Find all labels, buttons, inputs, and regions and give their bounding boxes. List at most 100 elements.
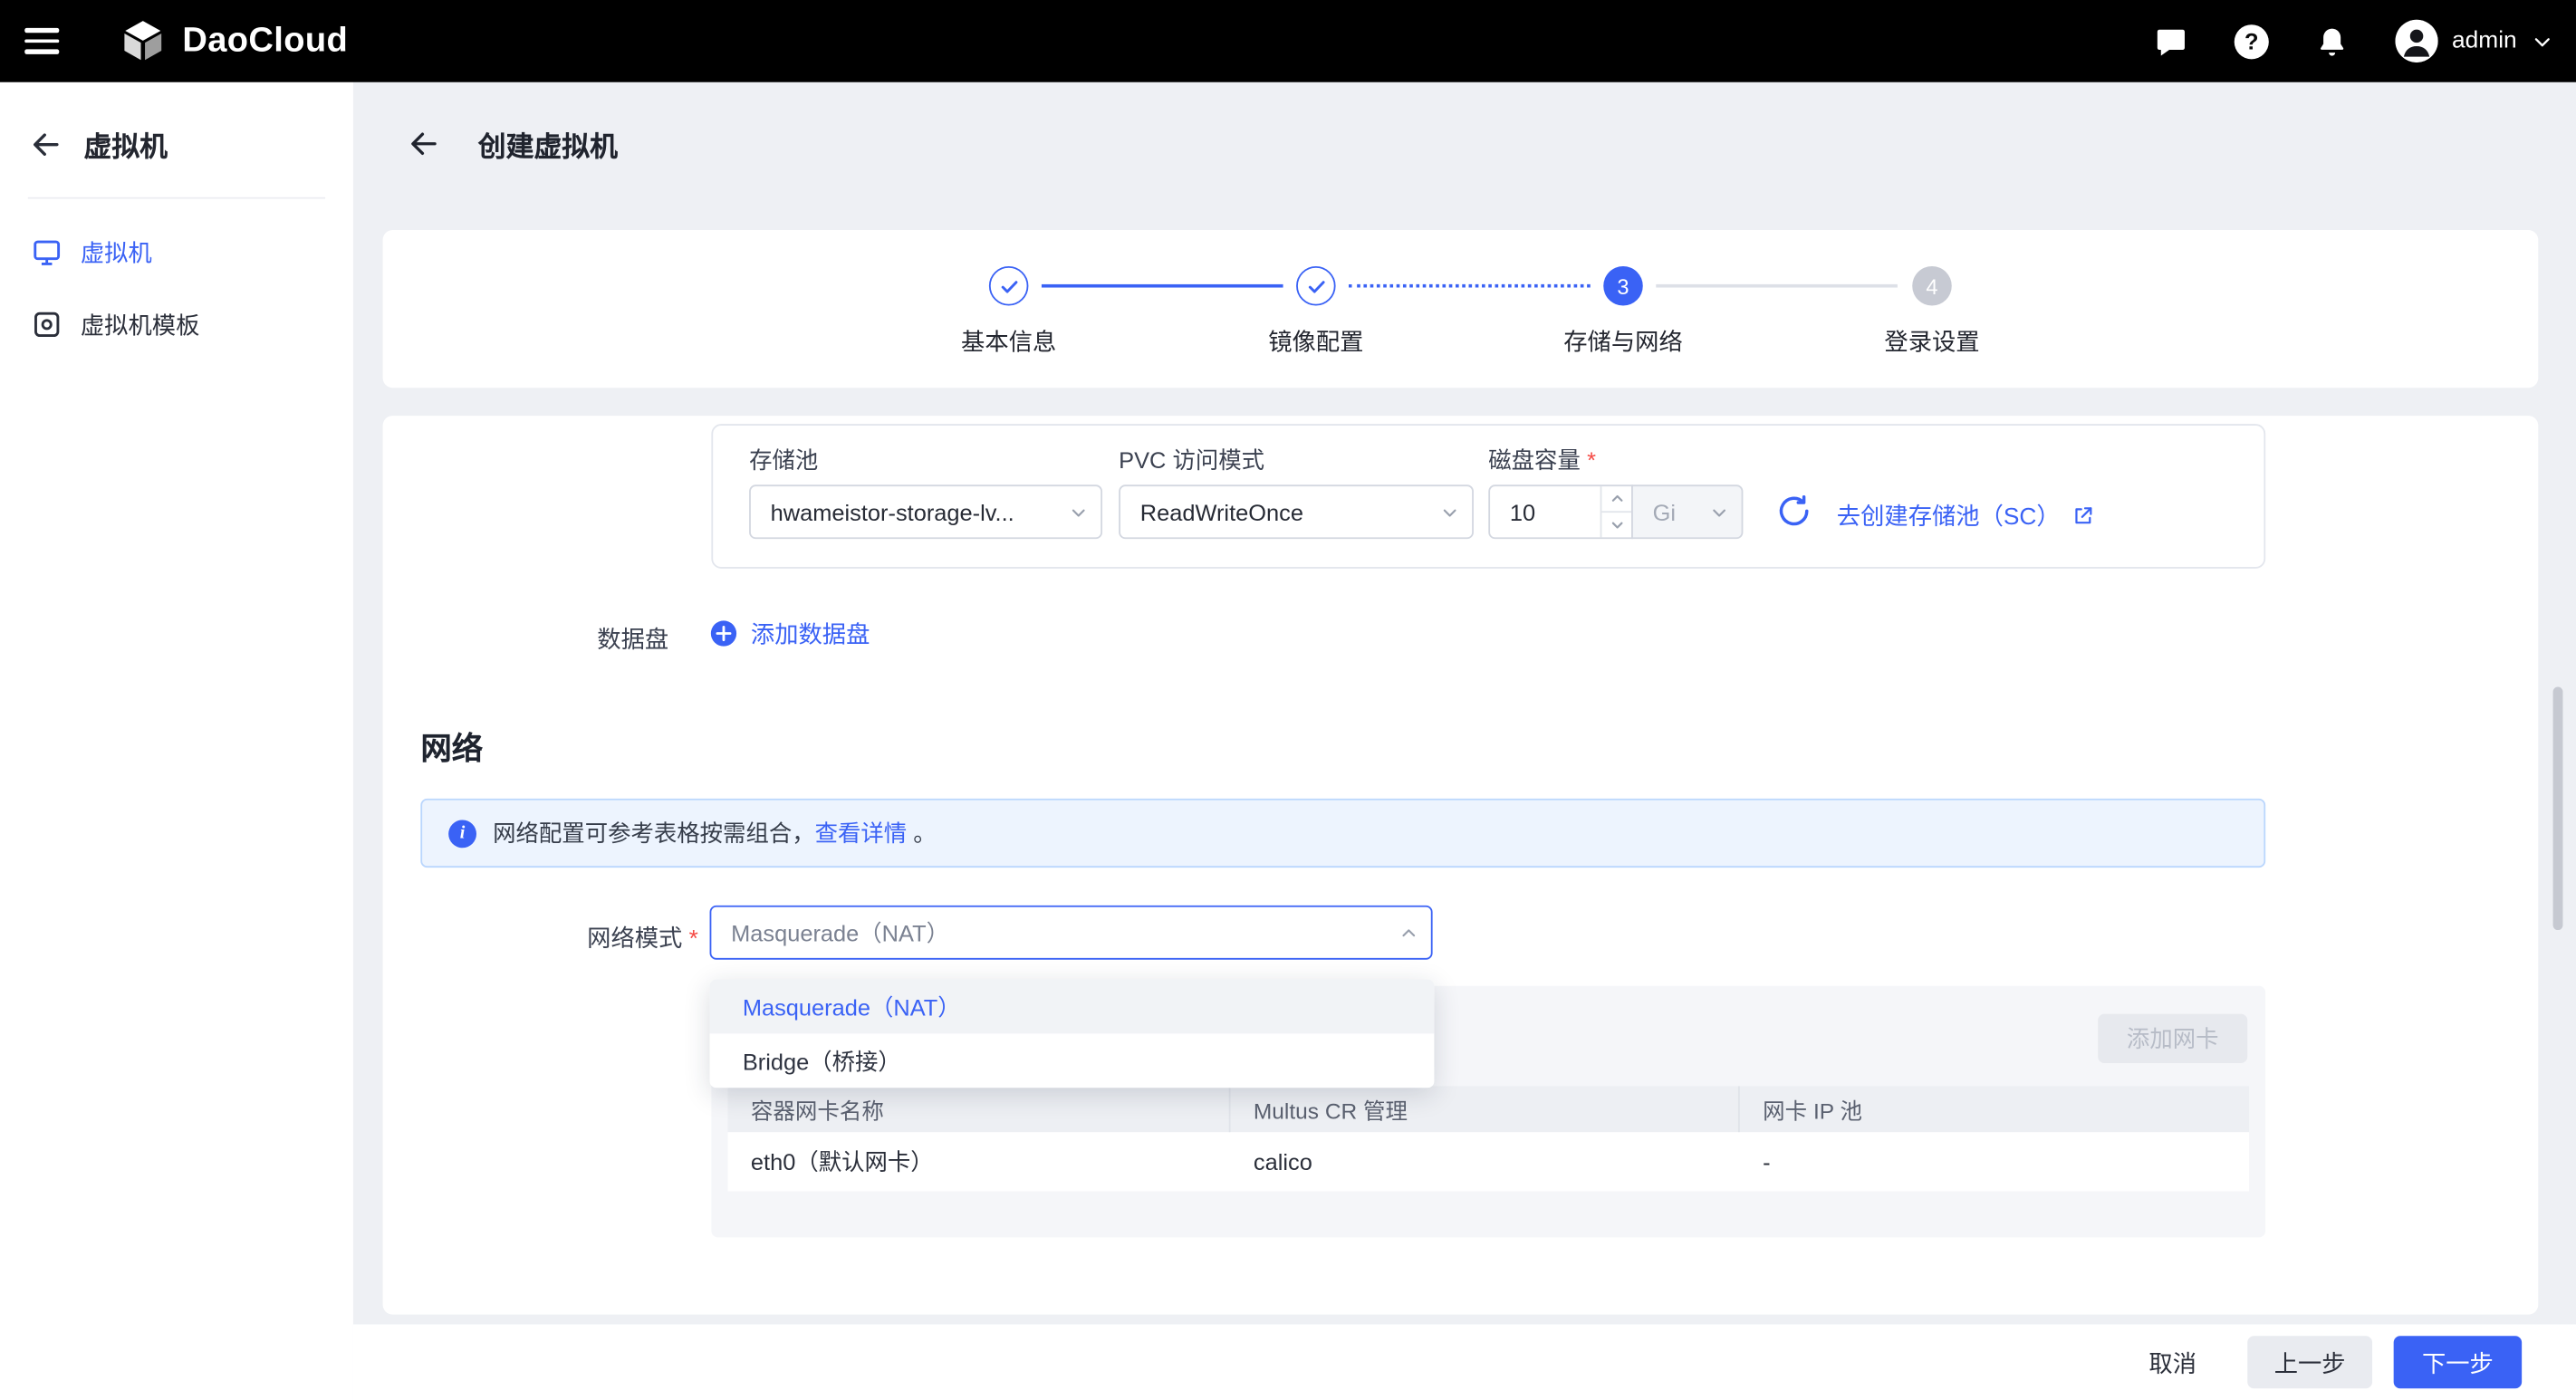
system-disk-card: 存储池 PVC 访问模式 磁盘容量* hwameistor-storage-lv… xyxy=(711,424,2265,569)
cell-ip-pool: - xyxy=(1740,1132,2249,1191)
pvc-access-mode-label: PVC 访问模式 xyxy=(1119,444,1264,476)
sidebar-item-vm-template[interactable]: 虚拟机模板 xyxy=(0,288,353,360)
sidebar-item-vm[interactable]: 虚拟机 xyxy=(0,216,353,288)
main-content: 创建虚拟机 3 4 基本信息 镜像配置 xyxy=(353,82,2576,1400)
sidebar-item-label: 虚拟机模板 xyxy=(81,306,199,340)
notification-bell-icon[interactable] xyxy=(2314,23,2350,59)
sidebar: 虚拟机 虚拟机 虚拟机模板 xyxy=(0,82,353,1400)
network-mode-select[interactable]: Masquerade（NAT） xyxy=(710,906,1433,960)
stepper-down-icon[interactable] xyxy=(1601,511,1631,537)
step-3-label: 存储与网络 xyxy=(1492,323,1754,358)
step-number: 4 xyxy=(1926,273,1937,298)
cell-multus-cr: calico xyxy=(1231,1132,1740,1191)
disk-capacity-label: 磁盘容量* xyxy=(1488,444,1596,476)
footer-actions: 取消 上一步 下一步 xyxy=(353,1325,2576,1400)
capacity-unit-select: Gi xyxy=(1631,484,1743,539)
form-panel: 存储池 PVC 访问模式 磁盘容量* hwameistor-storage-lv… xyxy=(383,416,2539,1315)
pvc-access-mode-select[interactable]: ReadWriteOnce xyxy=(1119,484,1474,539)
step-connector-1 xyxy=(1042,284,1283,288)
help-glyph: ? xyxy=(2235,24,2269,58)
navbar-left: DaoCloud xyxy=(24,16,348,65)
table-row[interactable]: eth0（默认网卡） calico - xyxy=(728,1132,2250,1191)
add-data-disk-label: 添加数据盘 xyxy=(751,616,870,650)
navbar-right: ? admin xyxy=(2153,20,2553,62)
user-avatar-icon xyxy=(2395,20,2437,62)
col-nic-name: 容器网卡名称 xyxy=(728,1086,1231,1132)
info-icon: i xyxy=(448,820,476,848)
step-4-circle: 4 xyxy=(1912,266,1952,306)
vm-icon xyxy=(31,235,62,266)
brand-name: DaoCloud xyxy=(182,22,348,62)
user-name: admin xyxy=(2452,28,2517,54)
required-asterisk: * xyxy=(1587,447,1596,474)
sidebar-divider xyxy=(28,197,325,199)
brand[interactable]: DaoCloud xyxy=(119,16,349,65)
refresh-icon[interactable] xyxy=(1776,493,1812,529)
plus-circle-icon xyxy=(710,619,738,647)
step-4-label: 登录设置 xyxy=(1801,323,2063,358)
capacity-unit-value: Gi xyxy=(1653,499,1676,525)
col-ip-pool: 网卡 IP 池 xyxy=(1740,1086,2249,1132)
disk-capacity-input[interactable]: 10 xyxy=(1488,484,1633,539)
next-step-button[interactable]: 下一步 xyxy=(2394,1336,2522,1388)
previous-step-button[interactable]: 上一步 xyxy=(2247,1336,2372,1388)
network-mode-label: 网络模式* xyxy=(383,920,698,954)
view-details-link[interactable]: 查看详情 xyxy=(815,820,908,846)
chat-icon[interactable] xyxy=(2153,23,2189,59)
required-asterisk: * xyxy=(689,926,698,953)
hamburger-menu-icon[interactable] xyxy=(24,28,59,54)
sidebar-title: 虚拟机 xyxy=(84,123,168,164)
nic-table: 容器网卡名称 Multus CR 管理 网卡 IP 池 eth0（默认网卡） c… xyxy=(728,1086,2250,1191)
pvc-access-mode-value: ReadWriteOnce xyxy=(1140,499,1303,525)
external-link-icon xyxy=(2071,503,2094,526)
sidebar-header: 虚拟机 xyxy=(0,82,353,197)
step-2-circle[interactable] xyxy=(1296,266,1336,306)
vertical-scrollbar[interactable] xyxy=(2553,686,2563,930)
col-multus-cr: Multus CR 管理 xyxy=(1231,1086,1740,1132)
step-connector-3 xyxy=(1656,284,1898,288)
storage-pool-select[interactable]: hwameistor-storage-lv... xyxy=(749,484,1102,539)
user-menu[interactable]: admin xyxy=(2395,20,2553,62)
chevron-down-icon xyxy=(1070,503,1088,521)
network-section-title: 网络 xyxy=(420,724,483,769)
help-icon[interactable]: ? xyxy=(2234,23,2270,59)
dropdown-option-bridge[interactable]: Bridge（桥接） xyxy=(710,1033,1435,1088)
dropdown-option-masquerade[interactable]: Masquerade（NAT） xyxy=(710,979,1435,1033)
step-3-circle[interactable]: 3 xyxy=(1603,266,1643,306)
create-storage-pool-link[interactable]: 去创建存储池（SC） xyxy=(1837,498,2095,532)
number-stepper xyxy=(1600,486,1631,537)
step-1-label: 基本信息 xyxy=(878,323,1140,358)
stepper-up-icon[interactable] xyxy=(1601,486,1631,511)
check-icon xyxy=(998,275,1020,297)
daocloud-logo-icon xyxy=(119,16,168,65)
sidebar-nav: 虚拟机 虚拟机模板 xyxy=(0,216,353,360)
vm-template-icon xyxy=(31,308,62,339)
chevron-down-icon xyxy=(1710,503,1728,521)
alert-text: 网络配置可参考表格按需组合，查看详情 。 xyxy=(493,817,937,849)
storage-pool-label: 存储池 xyxy=(749,444,818,476)
step-2-label: 镜像配置 xyxy=(1185,323,1447,358)
data-disk-label: 数据盘 xyxy=(383,621,669,656)
page-title: 创建虚拟机 xyxy=(478,122,618,163)
cell-nic-name: eth0（默认网卡） xyxy=(728,1132,1231,1191)
page-header: 创建虚拟机 xyxy=(408,115,618,171)
disk-capacity-value: 10 xyxy=(1490,486,1600,537)
chevron-down-icon xyxy=(1441,503,1459,521)
sidebar-item-label: 虚拟机 xyxy=(81,235,152,269)
sidebar-back-arrow-icon[interactable] xyxy=(30,128,62,160)
page-back-arrow-icon[interactable] xyxy=(408,127,440,159)
storage-pool-value: hwameistor-storage-lv... xyxy=(771,499,1014,525)
step-1-circle[interactable] xyxy=(989,266,1029,306)
network-mode-value: Masquerade（NAT） xyxy=(731,916,949,949)
network-mode-dropdown: Masquerade（NAT） Bridge（桥接） xyxy=(710,979,1435,1088)
add-nic-button[interactable]: 添加网卡 xyxy=(2098,1014,2247,1063)
add-data-disk-button[interactable]: 添加数据盘 xyxy=(710,616,870,650)
chevron-down-icon xyxy=(2532,31,2553,53)
step-connector-2 xyxy=(1349,284,1591,288)
cancel-button[interactable]: 取消 xyxy=(2148,1345,2196,1379)
nic-table-header: 容器网卡名称 Multus CR 管理 网卡 IP 池 xyxy=(728,1086,2250,1132)
create-storage-pool-link-text: 去创建存储池（SC） xyxy=(1837,498,2061,532)
chevron-up-icon xyxy=(1399,924,1418,942)
app-window: DaoCloud ? admin xyxy=(0,0,2576,1400)
top-navbar: DaoCloud ? admin xyxy=(0,0,2576,82)
